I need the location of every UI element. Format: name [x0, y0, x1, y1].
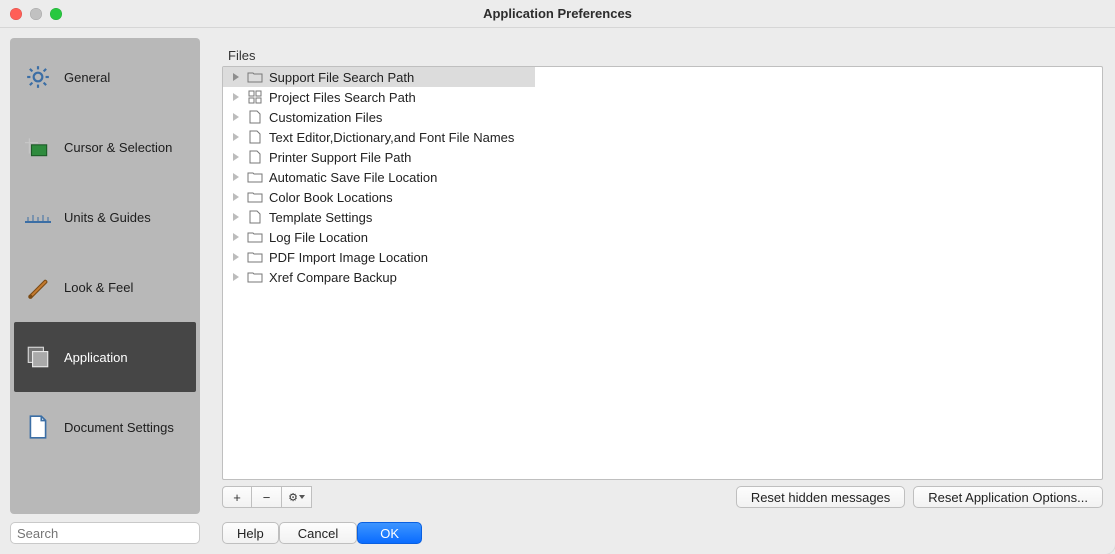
page-icon: [247, 109, 263, 125]
grid-icon: [247, 89, 263, 105]
plus-icon: +: [233, 490, 241, 505]
tree-row-label: Color Book Locations: [269, 190, 393, 205]
sidebar-item-label: Units & Guides: [64, 210, 151, 225]
folder-icon: [247, 249, 263, 265]
zoom-window-button[interactable]: [50, 8, 62, 20]
gear-icon: ⚙: [288, 491, 305, 504]
button-label: Reset Application Options...: [928, 490, 1088, 505]
tree-row-label: Text Editor,Dictionary,and Font File Nam…: [269, 130, 514, 145]
folder-icon: [247, 269, 263, 285]
chevron-right-icon[interactable]: [231, 273, 241, 281]
sidebar-item-document-settings[interactable]: Document Settings: [14, 392, 196, 462]
chevron-right-icon[interactable]: [231, 73, 241, 81]
crosshair-icon: [24, 133, 52, 161]
page-icon: [247, 209, 263, 225]
button-label: OK: [380, 526, 399, 541]
tree-row[interactable]: Color Book Locations: [223, 187, 1102, 207]
minus-icon: −: [263, 490, 271, 505]
tree-row[interactable]: Xref Compare Backup: [223, 267, 1102, 287]
titlebar: Application Preferences: [0, 0, 1115, 28]
search-field-wrapper[interactable]: [10, 522, 200, 544]
chevron-right-icon[interactable]: [231, 153, 241, 161]
tree-row-label: Support File Search Path: [269, 70, 414, 85]
options-menu-button[interactable]: ⚙: [282, 486, 312, 508]
sidebar-item-label: Cursor & Selection: [64, 140, 172, 155]
tree-row[interactable]: Template Settings: [223, 207, 1102, 227]
brush-icon: [24, 273, 52, 301]
button-label: Help: [237, 526, 264, 541]
cancel-button[interactable]: Cancel: [279, 522, 357, 544]
sidebar-item-label: Document Settings: [64, 420, 174, 435]
page-icon: [247, 129, 263, 145]
preferences-sidebar: General Cursor & Selection Units & Guide…: [0, 28, 210, 554]
chevron-right-icon[interactable]: [231, 193, 241, 201]
add-button[interactable]: +: [222, 486, 252, 508]
chevron-right-icon[interactable]: [231, 253, 241, 261]
close-window-button[interactable]: [10, 8, 22, 20]
chevron-right-icon[interactable]: [231, 233, 241, 241]
category-list: General Cursor & Selection Units & Guide…: [10, 38, 200, 514]
tree-row[interactable]: PDF Import Image Location: [223, 247, 1102, 267]
tree-row[interactable]: Project Files Search Path: [223, 87, 1102, 107]
chevron-right-icon[interactable]: [231, 213, 241, 221]
files-tree[interactable]: Support File Search Path Project Files S…: [222, 66, 1103, 480]
gear-icon: [24, 63, 52, 91]
reset-application-options-button[interactable]: Reset Application Options...: [913, 486, 1103, 508]
tree-row[interactable]: Log File Location: [223, 227, 1102, 247]
document-icon: [24, 413, 52, 441]
sidebar-item-label: Look & Feel: [64, 280, 133, 295]
main-panel: Files Support File Search Path Project: [210, 28, 1115, 554]
tree-row-label: PDF Import Image Location: [269, 250, 428, 265]
help-button[interactable]: Help: [222, 522, 279, 544]
sidebar-item-label: General: [64, 70, 110, 85]
chevron-right-icon[interactable]: [231, 93, 241, 101]
sidebar-item-units-guides[interactable]: Units & Guides: [14, 182, 196, 252]
minimize-window-button[interactable]: [30, 8, 42, 20]
folder-icon: [247, 169, 263, 185]
reset-hidden-messages-button[interactable]: Reset hidden messages: [736, 486, 905, 508]
sidebar-item-general[interactable]: General: [14, 42, 196, 112]
window-stack-icon: [24, 343, 52, 371]
tree-row[interactable]: Customization Files: [223, 107, 1102, 127]
window-controls: [10, 8, 62, 20]
remove-button[interactable]: −: [252, 486, 282, 508]
window-title: Application Preferences: [483, 6, 632, 21]
tree-row-label: Customization Files: [269, 110, 382, 125]
sidebar-item-look-feel[interactable]: Look & Feel: [14, 252, 196, 322]
tree-row-label: Project Files Search Path: [269, 90, 416, 105]
footer-buttons: Help Cancel OK: [222, 522, 1103, 544]
tree-row-label: Template Settings: [269, 210, 372, 225]
button-label: Reset hidden messages: [751, 490, 890, 505]
tree-row-label: Printer Support File Path: [269, 150, 411, 165]
search-input[interactable]: [17, 526, 193, 541]
folder-icon: [247, 229, 263, 245]
tree-row-label: Log File Location: [269, 230, 368, 245]
button-label: Cancel: [298, 526, 338, 541]
tree-row-label: Automatic Save File Location: [269, 170, 437, 185]
chevron-right-icon[interactable]: [231, 173, 241, 181]
chevron-right-icon[interactable]: [231, 113, 241, 121]
tree-row[interactable]: Automatic Save File Location: [223, 167, 1102, 187]
chevron-down-icon: [299, 495, 305, 499]
folder-icon: [247, 69, 263, 85]
page-icon: [247, 149, 263, 165]
sidebar-item-application[interactable]: Application: [14, 322, 196, 392]
sidebar-item-label: Application: [64, 350, 128, 365]
ok-button[interactable]: OK: [357, 522, 422, 544]
ruler-icon: [24, 203, 52, 231]
tree-row[interactable]: Support File Search Path: [223, 67, 535, 87]
tree-row[interactable]: Printer Support File Path: [223, 147, 1102, 167]
folder-icon: [247, 189, 263, 205]
tree-toolbar: + − ⚙ Reset hidden messages Reset Applic…: [222, 486, 1103, 508]
section-heading: Files: [228, 48, 1103, 63]
sidebar-item-cursor-selection[interactable]: Cursor & Selection: [14, 112, 196, 182]
chevron-right-icon[interactable]: [231, 133, 241, 141]
tree-row-label: Xref Compare Backup: [269, 270, 397, 285]
tree-row[interactable]: Text Editor,Dictionary,and Font File Nam…: [223, 127, 1102, 147]
